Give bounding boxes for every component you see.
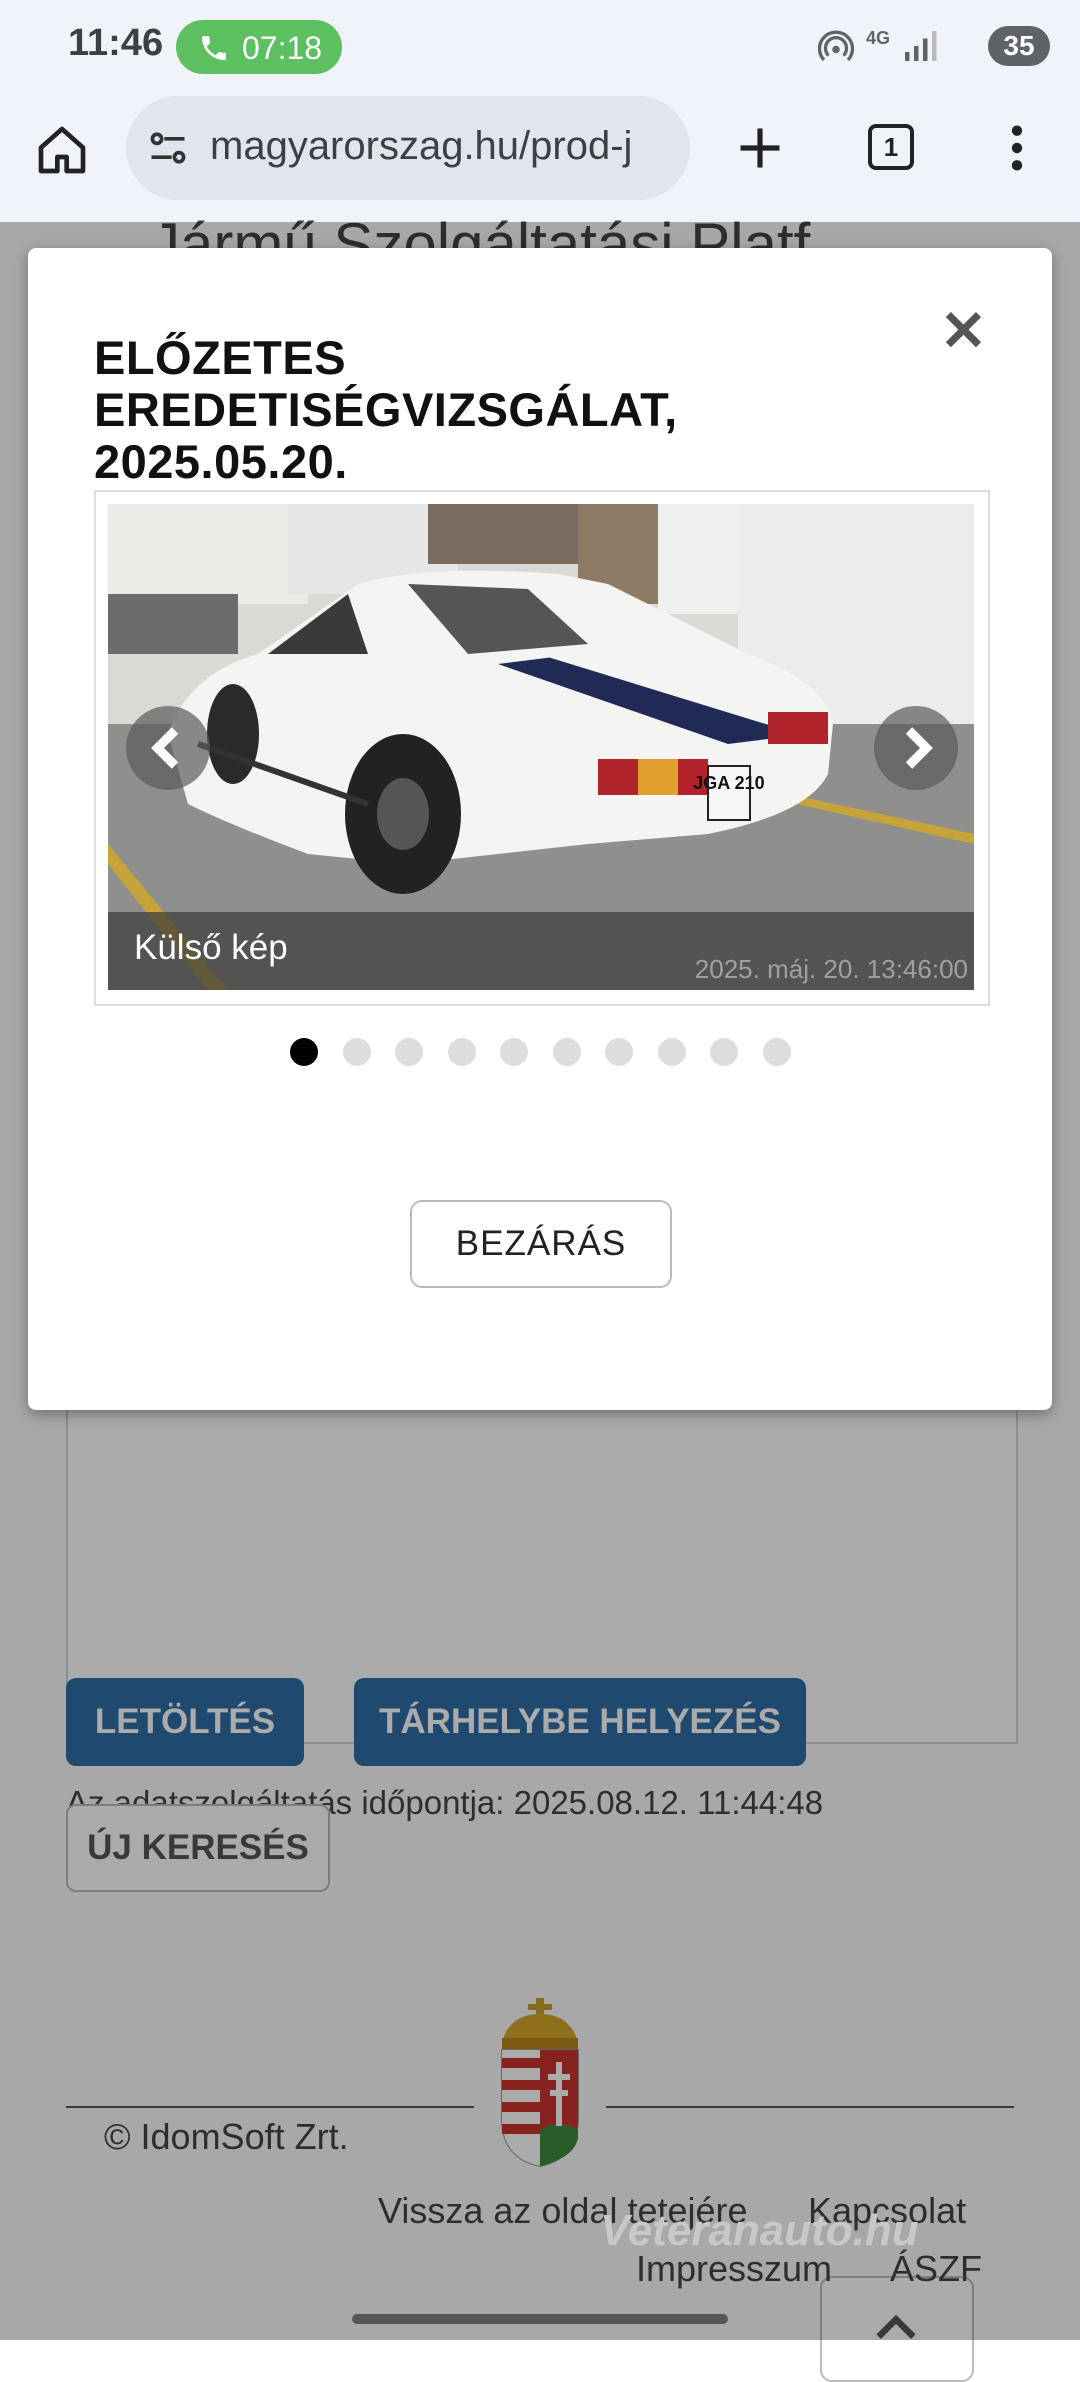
call-duration: 07:18: [242, 30, 323, 66]
carousel-dot[interactable]: [342, 1038, 371, 1066]
signal-icon: [905, 31, 937, 61]
next-slide-button[interactable]: [874, 706, 958, 790]
carousel-dot[interactable]: [552, 1038, 581, 1066]
status-bar: 11:46 07:18 4G 35: [0, 0, 1080, 92]
previous-slide-button[interactable]: [126, 706, 210, 790]
carousel-dot[interactable]: [500, 1038, 528, 1066]
carousel-dot[interactable]: [762, 1038, 791, 1066]
photo-caption: Külső kép: [134, 928, 288, 967]
inspection-modal: ELŐZETES EREDETISÉGVIZSGÁLAT, 2025.05.20…: [28, 248, 1052, 1410]
carousel-dot[interactable]: [710, 1038, 738, 1066]
carousel-dot[interactable]: [447, 1038, 476, 1066]
hotspot-icon: [818, 30, 854, 62]
chevron-left-icon: [151, 727, 179, 769]
photo-carousel: JGA 210 Külső kép 2025. máj. 20. 13:46:0…: [94, 490, 990, 1006]
battery-level: 35: [1003, 30, 1035, 61]
caption-bar: Külső kép 2025. máj. 20. 13:46:00: [108, 912, 974, 990]
modal-title: ELŐZETES EREDETISÉGVIZSGÁLAT, 2025.05.20…: [94, 331, 678, 488]
clock: 11:46: [68, 22, 164, 64]
new-tab-icon[interactable]: [734, 122, 786, 174]
more-menu-icon[interactable]: [1002, 122, 1032, 174]
carousel-dot[interactable]: [395, 1038, 423, 1066]
carousel-dot[interactable]: [290, 1038, 318, 1066]
phone-icon: [202, 36, 226, 60]
site-settings-icon[interactable]: [146, 126, 190, 170]
photo-timestamp: 2025. máj. 20. 13:46:00: [694, 954, 968, 984]
home-icon[interactable]: [34, 122, 90, 178]
close-modal-button[interactable]: BEZÁRÁS: [410, 1200, 672, 1288]
tab-switcher-button[interactable]: 1: [868, 124, 914, 170]
vehicle-photo: JGA 210 Külső kép 2025. máj. 20. 13:46:0…: [108, 504, 974, 990]
carousel-dot[interactable]: [657, 1038, 686, 1066]
gesture-nav-handle[interactable]: [352, 2314, 728, 2324]
carousel-dot[interactable]: [605, 1038, 633, 1066]
battery-indicator: 35: [988, 26, 1050, 66]
watermark-text: Veteranauto.hu: [600, 2206, 919, 2255]
chevron-right-icon: [905, 727, 933, 769]
network-type: 4G: [866, 28, 891, 48]
url-text[interactable]: magyarorszag.hu/prod-j: [210, 124, 680, 169]
address-bar[interactable]: magyarorszag.hu/prod-j: [126, 96, 690, 200]
license-plate: JGA 210: [693, 773, 764, 793]
close-icon[interactable]: ✕: [940, 298, 987, 364]
ongoing-call-chip[interactable]: 07:18: [176, 20, 342, 74]
